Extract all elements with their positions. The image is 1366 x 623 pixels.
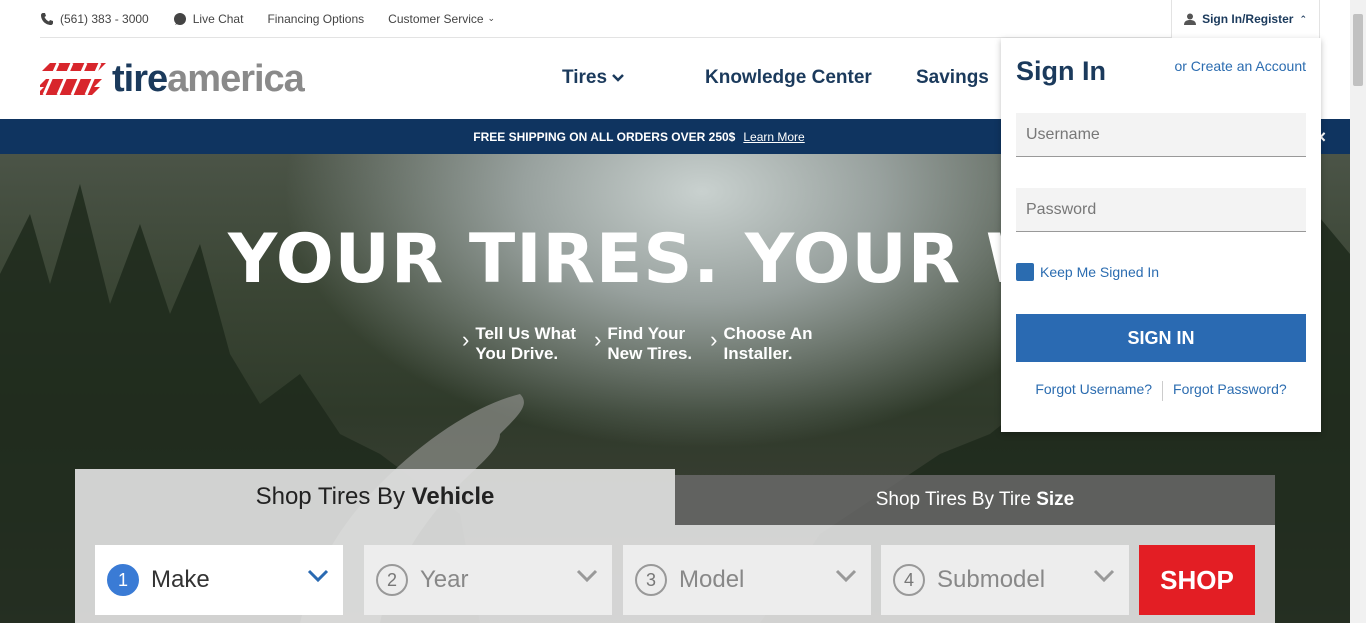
tab-shop-by-size[interactable]: Shop Tires By Tire Size [675, 475, 1275, 525]
chevron-down-icon [835, 569, 857, 583]
step-number-badge: 3 [635, 564, 667, 596]
tab-vehicle-prefix: Shop Tires By [255, 483, 412, 510]
hero-step-1: › Tell Us What You Drive. [462, 324, 576, 364]
step-number-badge: 2 [376, 564, 408, 596]
live-chat-label: Live Chat [192, 11, 244, 26]
customer-service-menu[interactable]: Customer Service ⌄ [388, 12, 495, 26]
signin-dropdown: Sign In or Create an Account Username Pa… [1001, 38, 1321, 432]
utility-bar: (561) 383 - 3000 Live Chat Financing Opt… [40, 0, 1320, 38]
chevron-right-icon: › [594, 327, 602, 352]
keep-signed-in-row[interactable]: Keep Me Signed In [1016, 263, 1159, 281]
password-field[interactable]: Password [1016, 188, 1306, 232]
chevron-up-icon: ⌃ [1299, 13, 1307, 24]
submodel-select-label: Submodel [937, 566, 1046, 593]
year-select-label: Year [420, 566, 469, 593]
nav-savings[interactable]: Savings [916, 67, 989, 89]
tab-size-bold: Size [1036, 489, 1075, 510]
logo-text-tire: tire [112, 58, 168, 100]
scrollbar-thumb[interactable] [1353, 14, 1363, 86]
keep-signed-in-label: Keep Me Signed In [1040, 264, 1160, 280]
year-select[interactable]: 2 Year [364, 545, 612, 615]
phone-icon [41, 12, 53, 25]
logo-wordmark: tireamerica [112, 58, 305, 100]
model-select-label: Model [679, 566, 745, 593]
page-scrollbar[interactable] [1350, 0, 1366, 623]
phone-link[interactable]: (561) 383 - 3000 [40, 12, 149, 26]
chevron-right-icon: › [462, 327, 470, 352]
step-number-badge: 4 [893, 564, 925, 596]
user-icon [1184, 13, 1197, 25]
tab-vehicle-bold: Vehicle [411, 483, 495, 510]
hero-step-2-text: Find Your New Tires. [607, 324, 693, 363]
logo-text-america: america [167, 58, 305, 100]
chevron-down-icon [1093, 569, 1115, 583]
promo-text: FREE SHIPPING ON ALL ORDERS OVER 250$ [473, 129, 736, 144]
chevron-down-icon [307, 569, 329, 583]
tab-shop-by-vehicle[interactable]: Shop Tires By Vehicle [75, 469, 675, 525]
nav-knowledge-center[interactable]: Knowledge Center [705, 67, 916, 89]
chevron-down-icon: ⌄ [487, 13, 496, 23]
live-chat-link[interactable]: Live Chat [173, 11, 244, 26]
submodel-select[interactable]: 4 Submodel [881, 545, 1129, 615]
vehicle-selector: 1 Make 2 Year 3 Model 4 Submodel SHOP [75, 525, 1275, 623]
phone-number: (561) 383 - 3000 [60, 11, 149, 26]
hero-step-2: › Find Your New Tires. [594, 324, 692, 364]
forgot-password-link[interactable]: Forgot Password? [1173, 381, 1287, 401]
shop-tires-panel: Shop Tires By Vehicle Shop Tires By Tire… [75, 469, 1275, 623]
forgot-username-link[interactable]: Forgot Username? [1035, 381, 1152, 401]
hero-steps: › Tell Us What You Drive. › Find Your Ne… [462, 324, 831, 364]
customer-service-label: Customer Service [388, 11, 484, 26]
nav-knowledge-center-label: Knowledge Center [705, 67, 872, 88]
make-select-label: Make [151, 566, 210, 593]
hero-title: YOUR TIRES. YOUR W [228, 220, 1062, 299]
keep-signed-in-checkbox[interactable] [1016, 263, 1034, 281]
main-nav: Tires Knowledge Center Savings [562, 67, 989, 89]
model-select[interactable]: 3 Model [623, 545, 871, 615]
site-logo[interactable]: tireamerica [40, 58, 305, 100]
promo-learn-more-link[interactable]: Learn More [743, 130, 804, 144]
hero-step-3: › Choose An Installer. [710, 324, 812, 364]
signin-register-toggle[interactable]: Sign In/Register ⌃ [1171, 0, 1320, 38]
username-field[interactable]: Username [1016, 113, 1306, 157]
make-select[interactable]: 1 Make [95, 545, 343, 615]
nav-tires-label: Tires [562, 67, 608, 88]
financing-label: Financing Options [267, 11, 365, 26]
chevron-down-icon [576, 569, 598, 583]
nav-savings-label: Savings [916, 67, 989, 88]
hero-step-3-text: Choose An Installer. [723, 324, 813, 363]
nav-tires[interactable]: Tires [562, 67, 705, 89]
signin-register-label: Sign In/Register [1202, 12, 1294, 26]
chevron-down-icon [612, 74, 624, 82]
chevron-right-icon: › [710, 327, 718, 352]
divider [1162, 381, 1164, 401]
step-number-badge: 1 [107, 564, 139, 596]
financing-link[interactable]: Financing Options [267, 12, 364, 26]
forgot-links: Forgot Username? Forgot Password? [1016, 381, 1306, 401]
signin-title: Sign In [1016, 56, 1106, 86]
chat-icon [173, 12, 186, 25]
tab-size-prefix: Shop Tires By Tire [875, 489, 1037, 510]
signin-button[interactable]: SIGN IN [1016, 314, 1306, 362]
flag-logo-icon [40, 63, 106, 95]
hero-step-1-text: Tell Us What You Drive. [475, 324, 577, 363]
shop-button[interactable]: SHOP [1139, 545, 1255, 615]
create-account-link[interactable]: or Create an Account [1174, 58, 1306, 74]
